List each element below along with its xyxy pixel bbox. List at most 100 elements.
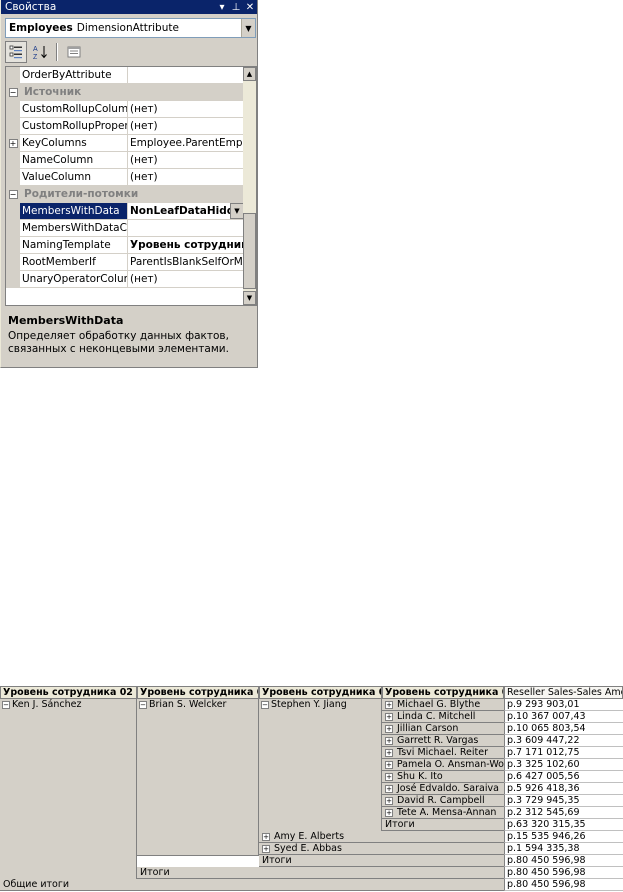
- property-row[interactable]: NamingTemplateУровень сотрудника *;: [6, 237, 244, 254]
- employee-row[interactable]: + Tete A. Mensa-Annan: [382, 807, 504, 819]
- scroll-down-icon[interactable]: ▼: [243, 291, 256, 305]
- header-level05[interactable]: Уровень сотрудника 05: [382, 686, 504, 699]
- window-position-icon[interactable]: ▾: [215, 2, 229, 13]
- expand-icon[interactable]: +: [6, 135, 20, 152]
- expand-icon[interactable]: +: [385, 772, 393, 781]
- header-measure[interactable]: Reseller Sales-Sales Amount: [504, 686, 623, 699]
- level04-row[interactable]: + Syed E. Abbas: [259, 843, 504, 855]
- collapse-icon[interactable]: −: [139, 700, 147, 709]
- property-value[interactable]: NonLeafDataHidden ▼: [128, 203, 244, 220]
- chevron-down-icon[interactable]: ▼: [230, 203, 244, 219]
- property-name[interactable]: MembersWithData: [20, 203, 128, 220]
- employee-row[interactable]: + José Edvaldo. Saraiva: [382, 783, 504, 795]
- property-name[interactable]: CustomRollupProperties: [20, 118, 128, 135]
- property-row[interactable]: OrderByAttribute: [6, 67, 244, 84]
- employee-row[interactable]: + Shu K. Ito: [382, 771, 504, 783]
- property-name[interactable]: RootMemberIf: [20, 254, 128, 271]
- property-value[interactable]: (нет): [128, 152, 244, 169]
- expand-icon[interactable]: +: [385, 736, 393, 745]
- level02-member[interactable]: − Ken J. Sánchez: [0, 699, 137, 880]
- property-value-text: (нет): [130, 171, 158, 183]
- property-value[interactable]: Уровень сотрудника *;: [128, 237, 244, 254]
- collapse-icon[interactable]: −: [6, 186, 20, 203]
- employee-row[interactable]: + Garrett R. Vargas: [382, 735, 504, 747]
- property-value[interactable]: Employee.ParentEmployeeKey: [128, 135, 244, 152]
- close-icon[interactable]: ✕: [243, 2, 257, 13]
- expand-icon[interactable]: +: [385, 700, 393, 709]
- property-row[interactable]: MembersWithDataCaption: [6, 220, 244, 237]
- employee-row[interactable]: + Jillian Carson: [382, 723, 504, 735]
- expand-icon[interactable]: +: [262, 832, 270, 841]
- property-name[interactable]: NamingTemplate: [20, 237, 128, 254]
- header-level04[interactable]: Уровень сотрудника 04: [259, 686, 382, 699]
- property-row[interactable]: CustomRollupProperties(нет): [6, 118, 244, 135]
- object-selector[interactable]: Employees DimensionAttribute ▼: [5, 18, 256, 38]
- category-label: Источник: [24, 86, 82, 98]
- level04-row[interactable]: + Amy E. Alberts: [259, 831, 504, 843]
- level04-member[interactable]: − Stephen Y. Jiang: [259, 699, 382, 832]
- property-name[interactable]: KeyColumns: [20, 135, 128, 152]
- employee-row[interactable]: + David R. Campbell: [382, 795, 504, 807]
- expand-icon[interactable]: +: [385, 784, 393, 793]
- category-row[interactable]: − Родители-потомки: [6, 186, 244, 203]
- scroll-up-icon[interactable]: ▲: [243, 67, 256, 81]
- property-row[interactable]: NameColumn (нет): [6, 152, 244, 169]
- expand-icon[interactable]: +: [385, 796, 393, 805]
- expand-icon[interactable]: +: [385, 712, 393, 721]
- employee-value: р.3 325 102,60: [504, 759, 623, 771]
- level03-total-label: Итоги: [137, 867, 504, 879]
- property-value[interactable]: (нет): [128, 101, 244, 118]
- property-pages-button[interactable]: [63, 41, 85, 63]
- employee-name: David R. Campbell: [397, 795, 485, 806]
- employee-row[interactable]: + Michael G. Blythe: [382, 699, 504, 711]
- property-name[interactable]: ValueColumn: [20, 169, 128, 186]
- category-row[interactable]: − Источник: [6, 84, 244, 101]
- property-grid: OrderByAttribute − Источник CustomRollupCol…: [5, 66, 257, 306]
- employee-row[interactable]: + Linda C. Mitchell: [382, 711, 504, 723]
- property-value-text: (нет): [130, 120, 158, 132]
- property-value[interactable]: ParentIsBlankSelfOrMissing: [128, 254, 244, 271]
- alphabetical-button[interactable]: A Z: [29, 41, 51, 63]
- property-value[interactable]: (нет): [128, 118, 244, 135]
- property-row[interactable]: CustomRollupColumn (нет): [6, 101, 244, 118]
- header-level02-label: Уровень сотрудника 02: [3, 687, 133, 698]
- property-name[interactable]: OrderByAttribute: [20, 67, 128, 84]
- property-name[interactable]: CustomRollupColumn: [20, 101, 128, 118]
- property-value[interactable]: (нет): [128, 271, 244, 288]
- collapse-icon[interactable]: −: [6, 84, 20, 101]
- property-value[interactable]: [128, 67, 244, 84]
- chevron-down-icon[interactable]: ▼: [241, 19, 255, 37]
- collapse-icon[interactable]: −: [261, 700, 269, 709]
- level04-value: р.1 594 335,38: [504, 843, 623, 855]
- sort-az-icon: A Z: [33, 46, 47, 60]
- vertical-scrollbar[interactable]: ▲ ▼: [243, 67, 256, 305]
- property-name[interactable]: NameColumn: [20, 152, 128, 169]
- pin-icon[interactable]: ⊥: [229, 2, 243, 13]
- property-value[interactable]: (нет): [128, 169, 244, 186]
- expand-icon[interactable]: +: [385, 808, 393, 817]
- property-row[interactable]: RootMemberIfParentIsBlankSelfOrMissing: [6, 254, 244, 271]
- categorized-button[interactable]: [5, 41, 27, 63]
- employee-row[interactable]: + Tsvi Michael. Reiter: [382, 747, 504, 759]
- property-row[interactable]: UnaryOperatorColumn(нет): [6, 271, 244, 288]
- header-level02[interactable]: Уровень сотрудника 02 ▾: [0, 686, 137, 699]
- employee-name: Garrett R. Vargas: [397, 735, 479, 746]
- property-row[interactable]: ValueColumn (нет): [6, 169, 244, 186]
- collapse-icon[interactable]: −: [2, 700, 10, 709]
- properties-title-bar: Свойства ▾ ⊥ ✕: [1, 0, 257, 14]
- expand-icon[interactable]: +: [385, 748, 393, 757]
- level03-member[interactable]: − Brian S. Welcker: [137, 699, 259, 856]
- property-row[interactable]: MembersWithData NonLeafDataHidden ▼: [6, 203, 244, 220]
- employee-row[interactable]: + Pamela O. Ansman-Wolfe: [382, 759, 504, 771]
- property-row[interactable]: +KeyColumnsEmployee.ParentEmployeeKey: [6, 135, 244, 152]
- expand-icon[interactable]: +: [385, 724, 393, 733]
- property-name[interactable]: UnaryOperatorColumn: [20, 271, 128, 288]
- expand-icon[interactable]: +: [385, 760, 393, 769]
- property-name[interactable]: MembersWithDataCaption: [20, 220, 128, 237]
- scroll-thumb[interactable]: [243, 213, 256, 289]
- header-level03[interactable]: Уровень сотрудника 03: [137, 686, 259, 699]
- expand-icon[interactable]: +: [262, 844, 270, 853]
- employee-value: р.3 729 945,35: [504, 795, 623, 807]
- row-gutter: [6, 118, 20, 135]
- property-value[interactable]: [128, 220, 244, 237]
